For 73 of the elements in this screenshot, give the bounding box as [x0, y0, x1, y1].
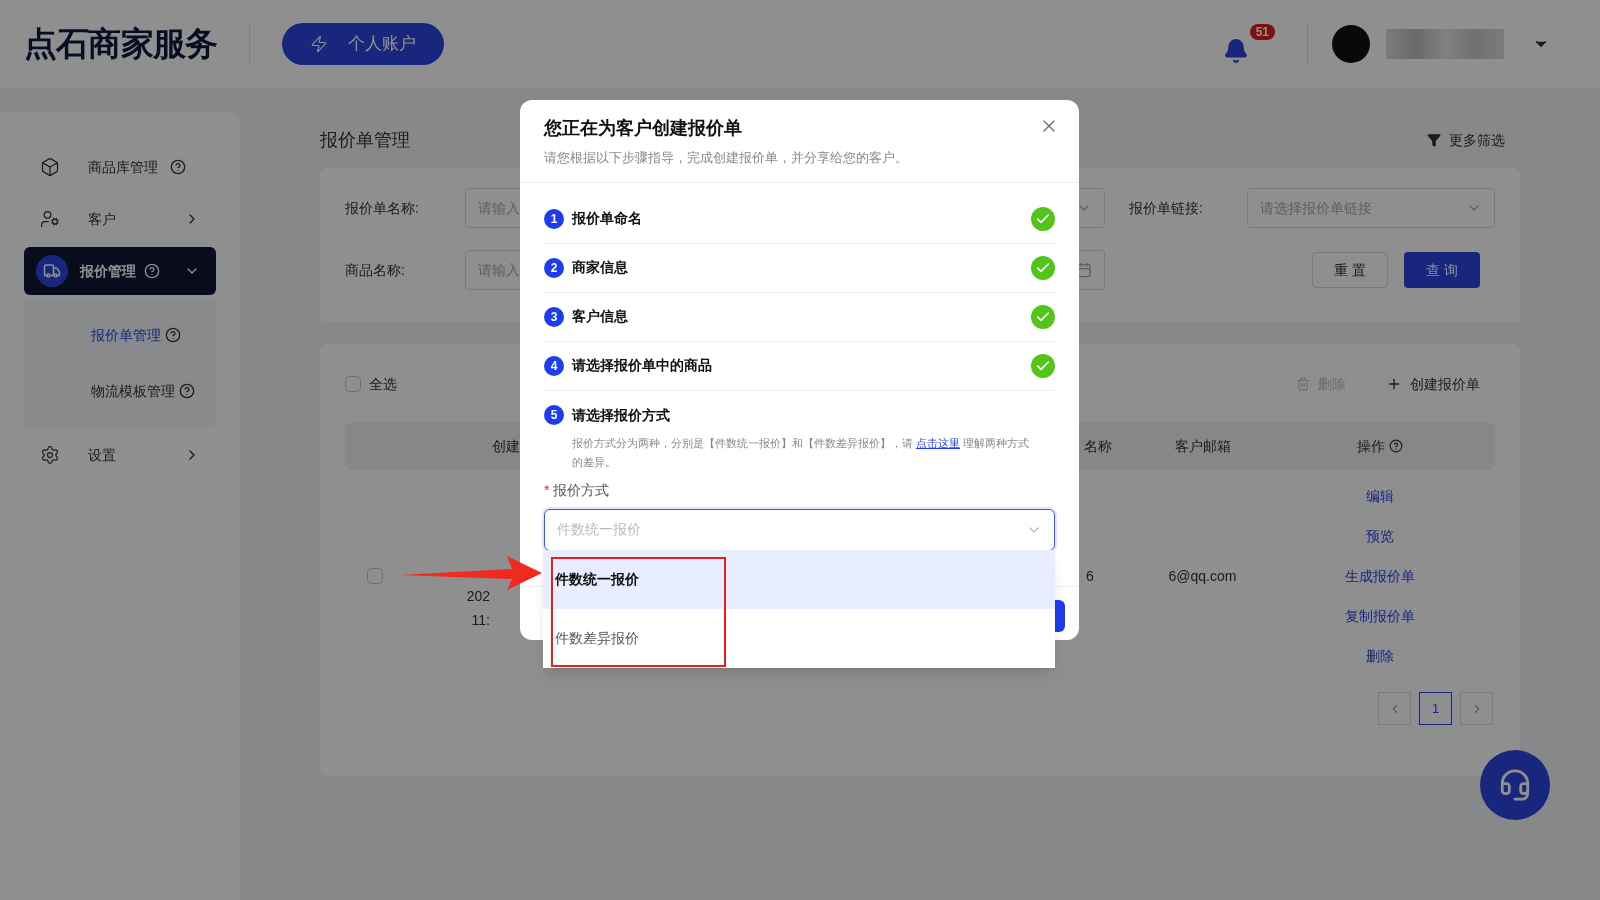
truck-icon	[36, 255, 68, 287]
bell-icon[interactable]	[1223, 38, 1249, 64]
sidebar-label: 商品库管理	[88, 157, 158, 177]
filter-label: 报价单链接:	[1129, 198, 1204, 218]
step-number: 3	[544, 306, 564, 327]
sidebar-label: 报价管理	[80, 261, 136, 281]
trash-icon	[1296, 377, 1310, 391]
step-number: 1	[544, 208, 564, 229]
column-header: 创建	[492, 436, 520, 456]
user-gear-icon	[40, 209, 60, 229]
action-link[interactable]: 复制报价单	[1345, 596, 1415, 636]
create-quote-button[interactable]: 创建报价单	[1386, 373, 1480, 395]
sidebar-item[interactable]: 客户	[24, 195, 216, 243]
column-header: 客户邮箱	[1174, 436, 1231, 456]
more-filters-button[interactable]: 更多筛选	[1427, 129, 1505, 151]
table-cell-text: 6@qq.com	[1168, 566, 1237, 586]
page-title: 报价单管理	[320, 128, 410, 152]
plus-icon	[1386, 376, 1402, 392]
step-label: 报价单命名	[572, 209, 642, 228]
step-number: 2	[544, 257, 564, 278]
help-icon	[144, 263, 160, 279]
logo: 点石商家服务	[24, 24, 218, 65]
query-button[interactable]: 查 询	[1404, 252, 1480, 288]
sidebar-item[interactable]: 设置	[24, 431, 216, 479]
filter-label: 商品名称:	[345, 260, 406, 280]
filter-label: 报价单名称:	[345, 198, 420, 218]
modal-title: 您正在为客户创建报价单	[544, 117, 742, 140]
account-button[interactable]: 个人账户	[282, 23, 445, 65]
dropdown-option[interactable]: 件数差异报价	[543, 609, 1055, 668]
page-button[interactable]: 1	[1419, 692, 1452, 725]
settings-icon	[40, 445, 60, 465]
lightning-icon	[310, 35, 329, 53]
step-description: 报价方式分为两种，分别是【件数统一报价】和【件数差异报价】，请 点击这里 理解两种方式的差异。	[572, 435, 1031, 470]
sidebar-item[interactable]: 报价管理	[24, 247, 216, 295]
column-header: 名称	[1083, 436, 1113, 456]
step-label: 请选择报价单中的商品	[572, 356, 712, 375]
action-link[interactable]: 编辑	[1366, 476, 1394, 516]
sidebar-label: 客户	[88, 209, 116, 229]
checkbox[interactable]	[345, 376, 361, 392]
avatar[interactable]	[1332, 25, 1370, 63]
placeholder: 件数统一报价	[557, 520, 641, 539]
box-icon	[40, 157, 60, 177]
action-link[interactable]: 删除	[1366, 636, 1394, 676]
help-icon	[170, 159, 186, 175]
reset-button[interactable]: 重 置	[1312, 252, 1388, 288]
column-header: 操作	[1357, 436, 1385, 456]
sidebar-item[interactable]: 商品库管理	[24, 143, 216, 191]
step-label: 客户信息	[572, 307, 628, 326]
help-icon	[179, 383, 195, 399]
help-link[interactable]: 点击这里	[916, 436, 961, 449]
action-link[interactable]: 生成报价单	[1345, 556, 1415, 596]
help-icon	[1389, 439, 1403, 453]
help-icon	[165, 327, 181, 343]
submenu-item[interactable]: 物流模板管理	[91, 380, 175, 402]
filter-icon	[1427, 133, 1441, 147]
field-label: 报价方式	[553, 480, 610, 500]
table-cell-text: 6	[1085, 566, 1095, 586]
headset-icon	[1498, 768, 1532, 802]
step-label: 商家信息	[572, 258, 628, 277]
checkbox[interactable]	[367, 568, 383, 584]
modal-subtitle: 请您根据以下步骤指导，完成创建报价单，并分享给您的客户。	[544, 149, 909, 167]
table-cell-text: 202	[466, 587, 490, 606]
table-cell-text: 11:	[471, 611, 490, 630]
select-all-label: 全选	[369, 374, 397, 394]
action-link[interactable]: 预览	[1366, 516, 1394, 556]
notification-count: 51	[1249, 24, 1275, 40]
sidebar-label: 设置	[88, 445, 116, 465]
submenu-item[interactable]: 报价单管理	[91, 324, 161, 346]
step-label: 请选择报价方式	[572, 405, 670, 425]
step-number: 4	[544, 355, 564, 376]
step-number: 5	[544, 405, 564, 425]
dropdown-option[interactable]: 件数统一报价	[543, 550, 1055, 609]
required-mark: *	[544, 480, 550, 500]
